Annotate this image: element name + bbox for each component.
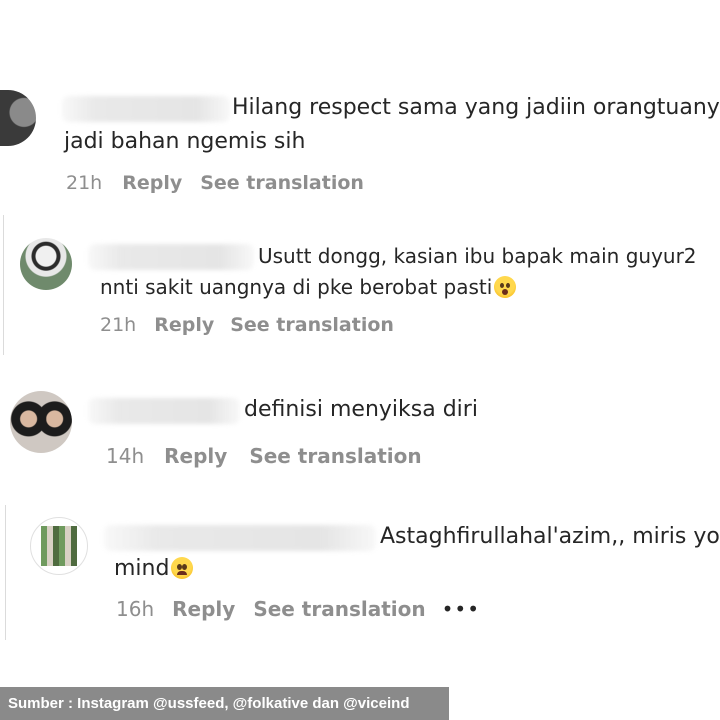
comment-meta: 14h Reply See translation (106, 444, 422, 468)
timestamp: 14h (106, 444, 145, 468)
avatar-collage (41, 526, 77, 566)
comment-1: Hilang respect sama yang jadiin orangtua… (0, 0, 720, 200)
source-caption: Sumber : Instagram @ussfeed, @folkative … (0, 687, 449, 720)
reply-button[interactable]: Reply (154, 314, 214, 336)
comment-meta: 16h Reply See translation ••• (116, 597, 480, 621)
reply-button[interactable]: Reply (122, 172, 182, 194)
avatar[interactable] (10, 391, 72, 453)
see-translation-button[interactable]: See translation (230, 314, 394, 336)
reply-button[interactable]: Reply (172, 597, 235, 621)
see-translation-button[interactable]: See translation (200, 172, 364, 194)
comment-meta: 21h Reply See translation (100, 314, 394, 336)
avatar[interactable] (0, 90, 36, 146)
timestamp: 21h (100, 314, 137, 336)
see-translation-button[interactable]: See translation (249, 444, 421, 468)
redacted-username[interactable] (88, 398, 240, 424)
more-options-icon[interactable]: ••• (442, 597, 480, 621)
timestamp: 21h (66, 172, 103, 194)
comment-text: Astaghfirullahal'azim,, miris your (380, 524, 720, 549)
avatar[interactable] (20, 238, 72, 290)
pleading-face-emoji (171, 557, 194, 579)
comment-3: definisi menyiksa diri 14h Reply See tra… (0, 380, 720, 490)
redacted-username[interactable] (88, 244, 254, 270)
comment-4: Astaghfirullahal'azim,, miris your mind … (0, 505, 720, 645)
comment-text: jadi bahan ngemis sih (64, 129, 306, 154)
comment-text: mind (114, 556, 170, 581)
avatar[interactable] (30, 517, 88, 575)
comment-meta: 21h Reply See translation (66, 172, 364, 194)
see-translation-button[interactable]: See translation (253, 597, 425, 621)
astonished-face-emoji (494, 276, 517, 298)
comment-text-line: nnti sakit uangnya di pke berobat pasti (100, 269, 517, 305)
timestamp: 16h (116, 597, 155, 621)
redacted-username[interactable] (62, 96, 230, 122)
comment-2: Usutt dongg, kasian ibu bapak main guyur… (0, 200, 720, 360)
comment-text: definisi menyiksa diri (244, 397, 478, 422)
comment-text: Hilang respect sama yang jadiin orangtua… (232, 95, 720, 120)
reply-button[interactable]: Reply (164, 444, 227, 468)
redacted-username[interactable] (104, 525, 376, 551)
comment-text-line: mind (114, 551, 194, 587)
comment-text: nnti sakit uangnya di pke berobat pasti (100, 275, 493, 299)
